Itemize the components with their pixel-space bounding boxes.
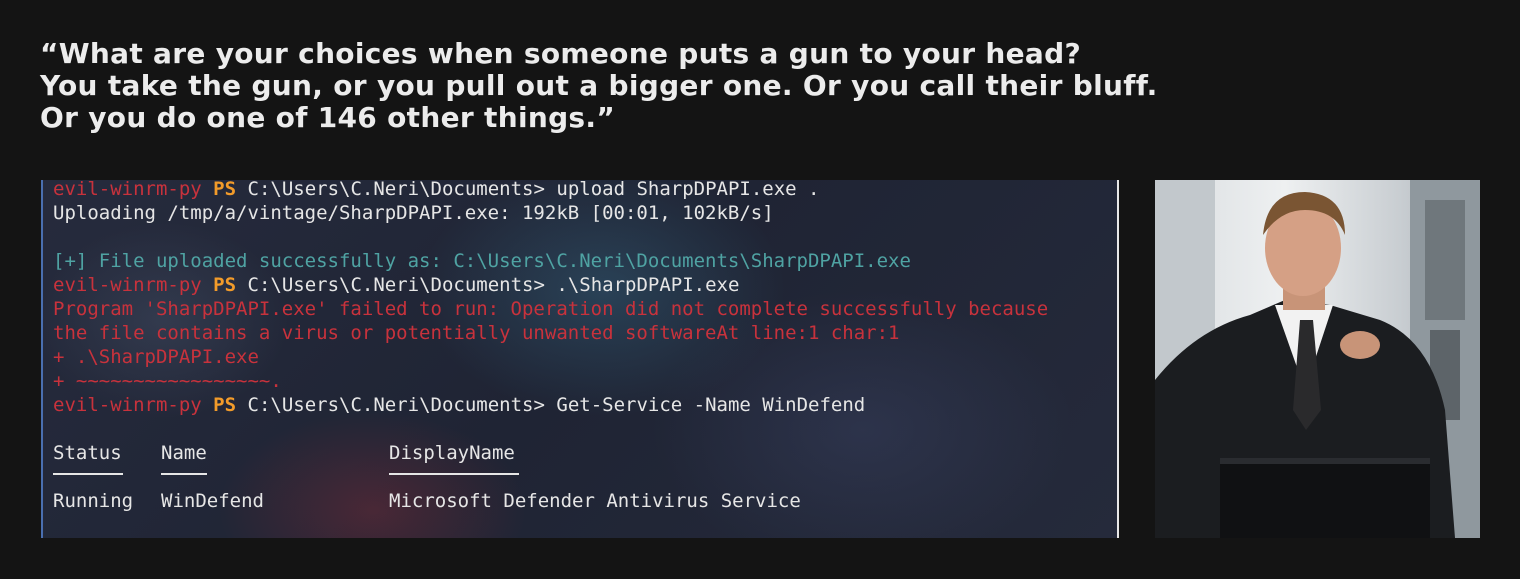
prompt-ps: PS (213, 180, 237, 200)
quote-line: “What are your choices when someone puts… (40, 37, 1082, 70)
terminal-line: evil-winrm-py PS C:\Users\C.Neri\Documen… (53, 273, 1111, 297)
prompt-ps: PS (213, 394, 237, 416)
error-line: Program 'SharpDPAPI.exe' failed to run: … (53, 298, 1049, 320)
command-text: .\SharpDPAPI.exe (544, 274, 740, 296)
error-line: the file contains a virus or potentially… (53, 322, 900, 344)
terminal-line: Uploading /tmp/a/vintage/SharpDPAPI.exe:… (53, 202, 774, 224)
table-header-cell: Name (161, 442, 207, 464)
command-text: Get-Service -Name WinDefend (544, 394, 866, 416)
terminal-line: evil-winrm-py PS C:\Users\C.Neri\Documen… (53, 393, 1111, 417)
quote-line: Or you do one of 146 other things.” (40, 101, 616, 134)
table-header-underline (53, 465, 1111, 489)
terminal-output: evil-winrm-py PS C:\Users\C.Neri\Documen… (53, 180, 1111, 513)
table-header: Status Name DisplayName (53, 441, 1111, 465)
prompt-path: C:\Users\C.Neri\Documents> (247, 274, 545, 296)
prompt-name: evil-winrm-py (53, 274, 202, 296)
table-cell: Microsoft Defender Antivirus Service (389, 490, 801, 512)
terminal-line: [+] File uploaded successfully as: C:\Us… (53, 250, 911, 272)
error-line: + .\SharpDPAPI.exe (53, 346, 259, 368)
table-row: Running WinDefend Microsoft Defender Ant… (53, 489, 1111, 513)
prompt-path: C:\Users\C.Neri\Documents> (247, 180, 545, 200)
table-cell: WinDefend (161, 490, 264, 512)
quote-text: “What are your choices when someone puts… (40, 38, 1158, 134)
quote-line: You take the gun, or you pull out a bigg… (40, 69, 1158, 102)
prompt-path: C:\Users\C.Neri\Documents> (247, 394, 545, 416)
man-in-suit-illustration (1155, 180, 1480, 538)
table-cell: Running (53, 490, 134, 512)
photo-man-in-suit (1155, 180, 1480, 538)
table-header-cell: Status (53, 442, 122, 464)
terminal-screenshot: evil-winrm-py PS C:\Users\C.Neri\Documen… (41, 180, 1119, 538)
prompt-name: evil-winrm-py (53, 180, 202, 200)
error-line: + ~~~~~~~~~~~~~~~~~. (53, 370, 282, 392)
table-header-cell: DisplayName (389, 442, 515, 464)
command-text: upload SharpDPAPI.exe . (544, 180, 820, 200)
terminal-line: evil-winrm-py PS C:\Users\C.Neri\Documen… (53, 180, 1111, 201)
prompt-ps: PS (213, 274, 237, 296)
prompt-name: evil-winrm-py (53, 394, 202, 416)
